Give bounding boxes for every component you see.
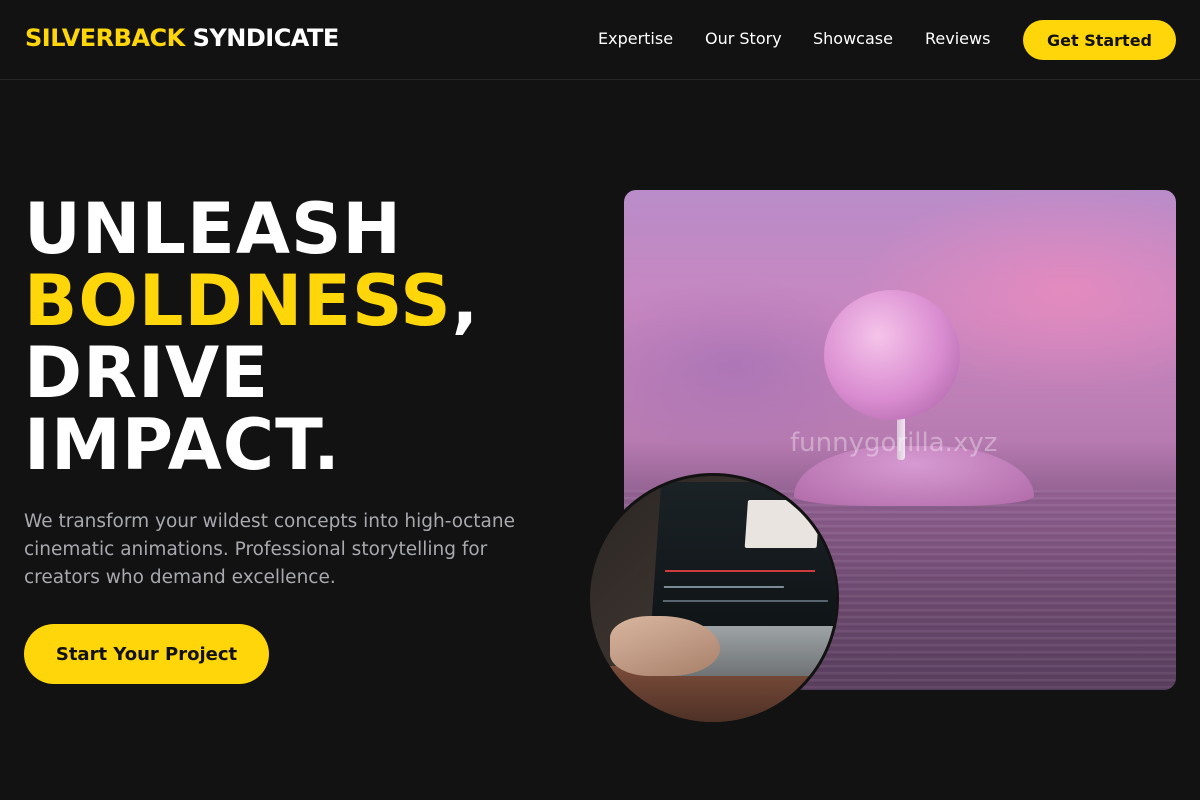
headline-line-2: BOLDNESS, [24,265,479,337]
nav-link-expertise[interactable]: Expertise [598,29,673,48]
main-nav: Expertise Our Story Showcase Reviews [0,29,1200,51]
hero-subtitle: We transform your wildest concepts into … [24,511,515,588]
timeline-track [663,586,784,588]
headline-line-4: IMPACT. [24,404,341,486]
get-started-button[interactable]: Get Started [1023,20,1176,60]
start-project-button[interactable]: Start Your Project [24,624,269,684]
tree-canopy [824,290,960,420]
nav-link-showcase[interactable]: Showcase [813,29,893,48]
image-watermark: funnygorilla.xyz [790,428,998,458]
nav-link-our-story[interactable]: Our Story [705,29,782,48]
headline-line-3: DRIVE [24,332,270,414]
timeline-track [664,570,816,572]
headline-highlight: BOLDNESS [24,260,452,342]
nav-link-reviews[interactable]: Reviews [925,29,990,48]
screen-preview-panel [744,500,820,548]
laptop-editing-image [587,473,839,725]
site-header: SILVERBACK SYNDICATE Expertise Our Story… [0,0,1200,80]
timeline-track [662,600,828,602]
headline-line-1: UNLEASH [24,188,403,270]
laptop-screen [650,482,836,632]
hero-headline: UNLEASH BOLDNESS, DRIVE IMPACT. [24,193,479,481]
headline-comma: , [451,260,480,342]
